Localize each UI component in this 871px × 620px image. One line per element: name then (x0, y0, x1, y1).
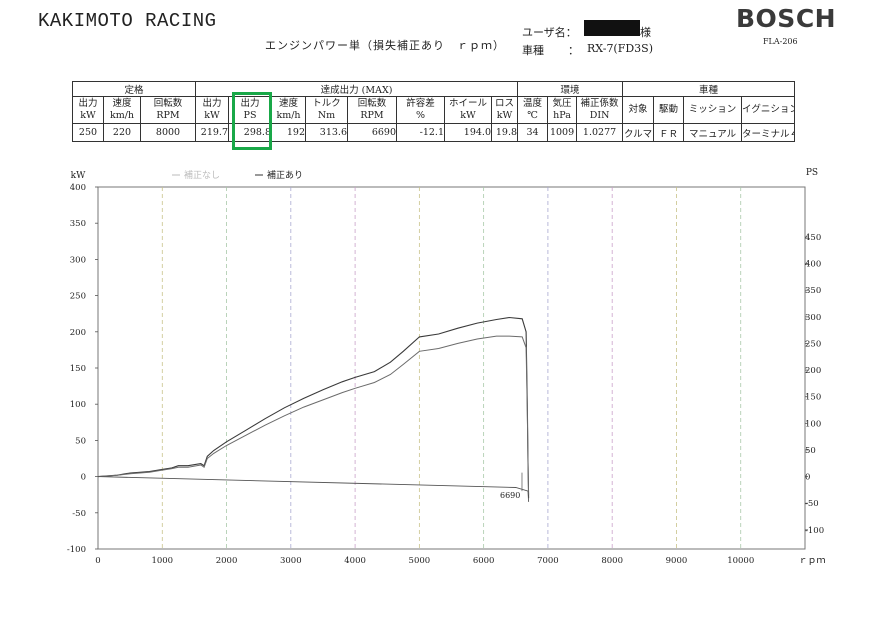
y-tick-label-left: 100 (70, 400, 86, 410)
y-tick-label-right: 350 (805, 286, 821, 296)
x-axis-unit: ｒｐｍ (798, 556, 825, 566)
y-tick-label-right: 400 (805, 260, 821, 270)
x-tick-label: 5000 (409, 556, 431, 566)
y-tick-label-left: -100 (67, 545, 86, 555)
x-tick-label: 8000 (601, 556, 623, 566)
y-tick-label-right: 150 (805, 393, 821, 403)
x-tick-label: 3000 (280, 556, 302, 566)
y-tick-label-left: 400 (70, 183, 86, 193)
x-tick-label: 2000 (216, 556, 238, 566)
max-rpm-label: 6690 (500, 491, 520, 500)
y-tick-label-right: 100 (805, 419, 821, 429)
plot-frame (97, 186, 806, 550)
y-tick-label-right: 0 (805, 473, 810, 483)
y-tick-label-right: 300 (805, 313, 821, 323)
y-tick-label-right: 200 (805, 366, 821, 376)
y-tick-label-left: 150 (70, 364, 86, 374)
y-tick-label-right: 250 (805, 339, 821, 349)
y-tick-label-right: -100 (805, 526, 824, 536)
y-tick-label-right: 450 (805, 233, 821, 243)
y-tick-label-left: 50 (75, 436, 86, 446)
y-tick-label-left: -50 (72, 509, 86, 519)
x-tick-label: 10000 (727, 556, 754, 566)
x-tick-label: 0 (95, 556, 100, 566)
y-tick-label-left: 350 (70, 219, 86, 229)
y-tick-label-left: 200 (70, 328, 86, 338)
x-tick-label: 9000 (666, 556, 688, 566)
y-tick-label-left: 0 (81, 473, 86, 483)
y-tick-label-right: 50 (805, 446, 816, 456)
legend-uncorrected: 補正なし (184, 169, 220, 181)
x-tick-label: 4000 (344, 556, 366, 566)
right-axis-unit: PS (806, 168, 818, 178)
power-chart: 0 1000 2000 3000 4000 5000 6000 7000 8000 9000 100… (67, 168, 826, 566)
x-tick-label: 1000 (151, 556, 173, 566)
left-axis-unit: kW (71, 171, 86, 181)
legend-corrected: 補正あり (267, 169, 303, 181)
y-tick-label-right: -50 (805, 499, 819, 509)
x-tick-label: 6000 (473, 556, 495, 566)
x-tick-label: 7000 (537, 556, 559, 566)
y-tick-label-left: 300 (70, 255, 86, 265)
y-tick-label-left: 250 (70, 292, 86, 302)
